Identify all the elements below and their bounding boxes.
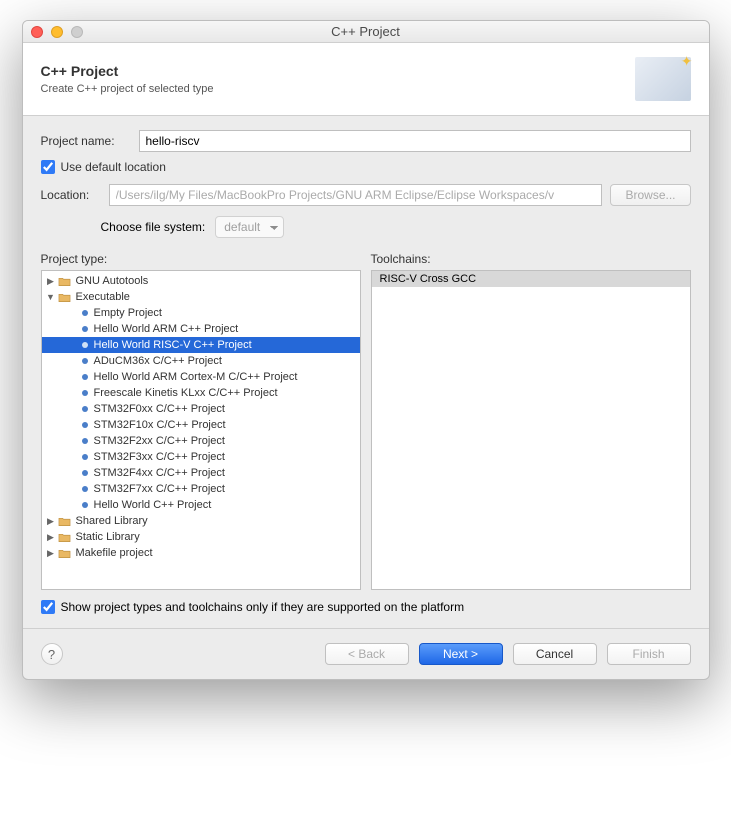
chevron-right-icon[interactable]: ▶ <box>46 516 56 527</box>
use-default-location-checkbox[interactable] <box>41 160 55 174</box>
chevron-right-icon[interactable]: ▶ <box>46 548 56 559</box>
project-type-tree[interactable]: ▶ GNU Autotools ▼ Executable Empty Proje… <box>41 270 361 590</box>
location-label: Location: <box>41 188 101 202</box>
dot-icon <box>80 435 90 447</box>
minimize-icon[interactable] <box>51 26 63 38</box>
tree-item-hello-world-arm[interactable]: Hello World ARM C++ Project <box>42 321 360 337</box>
next-button[interactable]: Next > <box>419 643 503 665</box>
dialog-header: C++ Project Create C++ project of select… <box>23 43 709 116</box>
folder-icon <box>58 531 72 543</box>
tree-item-empty-project[interactable]: Empty Project <box>42 305 360 321</box>
dot-icon <box>80 387 90 399</box>
tree-item-label: STM32F3xx C/C++ Project <box>94 451 225 463</box>
tree-item-hello-world-riscv[interactable]: Hello World RISC-V C++ Project <box>42 337 360 353</box>
dot-icon <box>80 451 90 463</box>
folder-icon <box>58 547 72 559</box>
show-supported-label: Show project types and toolchains only i… <box>61 600 465 614</box>
page-title: C++ Project <box>41 63 214 79</box>
project-name-label: Project name: <box>41 134 131 148</box>
tree-item-hello-world-cpp[interactable]: Hello World C++ Project <box>42 497 360 513</box>
file-system-select: default <box>215 216 284 238</box>
tree-item-label: GNU Autotools <box>76 275 149 287</box>
close-icon[interactable] <box>31 26 43 38</box>
tree-item-label: Static Library <box>76 531 140 543</box>
tree-item-label: Hello World ARM Cortex-M C/C++ Project <box>94 371 298 383</box>
wizard-banner-icon <box>635 57 691 101</box>
tree-item-label: STM32F10x C/C++ Project <box>94 419 226 431</box>
chevron-right-icon[interactable]: ▶ <box>46 276 56 287</box>
project-name-input[interactable] <box>139 130 691 152</box>
tree-item-label: Makefile project <box>76 547 153 559</box>
tree-item-executable[interactable]: ▼ Executable <box>42 289 360 305</box>
tree-item-label: Hello World C++ Project <box>94 499 212 511</box>
folder-icon <box>58 275 72 287</box>
finish-button: Finish <box>607 643 691 665</box>
zoom-icon <box>71 26 83 38</box>
dialog-body: Project name: Use default location Locat… <box>23 116 709 628</box>
tree-item-label: Shared Library <box>76 515 148 527</box>
tree-item-label: ADuCM36x C/C++ Project <box>94 355 222 367</box>
dot-icon <box>80 307 90 319</box>
tree-item-label: STM32F7xx C/C++ Project <box>94 483 225 495</box>
tree-item-stm32f7[interactable]: STM32F7xx C/C++ Project <box>42 481 360 497</box>
tree-item-label: STM32F0xx C/C++ Project <box>94 403 225 415</box>
tree-item-makefile-project[interactable]: ▶ Makefile project <box>42 545 360 561</box>
dot-icon <box>80 403 90 415</box>
tree-item-gnu-autotools[interactable]: ▶ GNU Autotools <box>42 273 360 289</box>
show-supported-checkbox[interactable] <box>41 600 55 614</box>
dot-icon <box>80 419 90 431</box>
dot-icon <box>80 467 90 479</box>
dot-icon <box>80 355 90 367</box>
dot-icon <box>80 371 90 383</box>
toolchains-heading: Toolchains: <box>371 252 691 266</box>
dot-icon <box>80 499 90 511</box>
browse-button: Browse... <box>610 184 690 206</box>
tree-item-static-library[interactable]: ▶ Static Library <box>42 529 360 545</box>
dot-icon <box>80 483 90 495</box>
choose-file-system-label: Choose file system: <box>101 220 206 234</box>
tree-item-stm32f4[interactable]: STM32F4xx C/C++ Project <box>42 465 360 481</box>
titlebar: C++ Project <box>23 21 709 43</box>
project-type-heading: Project type: <box>41 252 361 266</box>
page-subtitle: Create C++ project of selected type <box>41 83 214 95</box>
tree-item-stm32f2[interactable]: STM32F2xx C/C++ Project <box>42 433 360 449</box>
dialog-window: C++ Project C++ Project Create C++ proje… <box>22 20 710 680</box>
window-controls <box>31 26 83 38</box>
tree-item-label: Hello World ARM C++ Project <box>94 323 239 335</box>
back-button: < Back <box>325 643 409 665</box>
tree-item-kinetis[interactable]: Freescale Kinetis KLxx C/C++ Project <box>42 385 360 401</box>
window-title: C++ Project <box>23 24 709 39</box>
folder-icon <box>58 291 72 303</box>
tree-item-shared-library[interactable]: ▶ Shared Library <box>42 513 360 529</box>
help-button[interactable]: ? <box>41 643 63 665</box>
cancel-button[interactable]: Cancel <box>513 643 597 665</box>
use-default-location-label: Use default location <box>61 160 166 174</box>
tree-item-label: STM32F2xx C/C++ Project <box>94 435 225 447</box>
toolchains-list[interactable]: RISC-V Cross GCC <box>371 270 691 590</box>
tree-item-stm32f0[interactable]: STM32F0xx C/C++ Project <box>42 401 360 417</box>
button-bar: ? < Back Next > Cancel Finish <box>23 628 709 679</box>
dot-icon <box>80 339 90 351</box>
location-input <box>109 184 603 206</box>
tree-item-label: Executable <box>76 291 130 303</box>
dot-icon <box>80 323 90 335</box>
tree-item-cortex-m[interactable]: Hello World ARM Cortex-M C/C++ Project <box>42 369 360 385</box>
tree-item-label: Freescale Kinetis KLxx C/C++ Project <box>94 387 278 399</box>
folder-icon <box>58 515 72 527</box>
tree-item-label: STM32F4xx C/C++ Project <box>94 467 225 479</box>
toolchain-item-riscv-cross-gcc[interactable]: RISC-V Cross GCC <box>372 271 690 287</box>
chevron-down-icon[interactable]: ▼ <box>46 292 56 302</box>
tree-item-aducm36x[interactable]: ADuCM36x C/C++ Project <box>42 353 360 369</box>
tree-item-stm32f1[interactable]: STM32F10x C/C++ Project <box>42 417 360 433</box>
tree-item-label: Empty Project <box>94 307 162 319</box>
tree-item-label: Hello World RISC-V C++ Project <box>94 339 252 351</box>
chevron-right-icon[interactable]: ▶ <box>46 532 56 543</box>
tree-item-stm32f3[interactable]: STM32F3xx C/C++ Project <box>42 449 360 465</box>
